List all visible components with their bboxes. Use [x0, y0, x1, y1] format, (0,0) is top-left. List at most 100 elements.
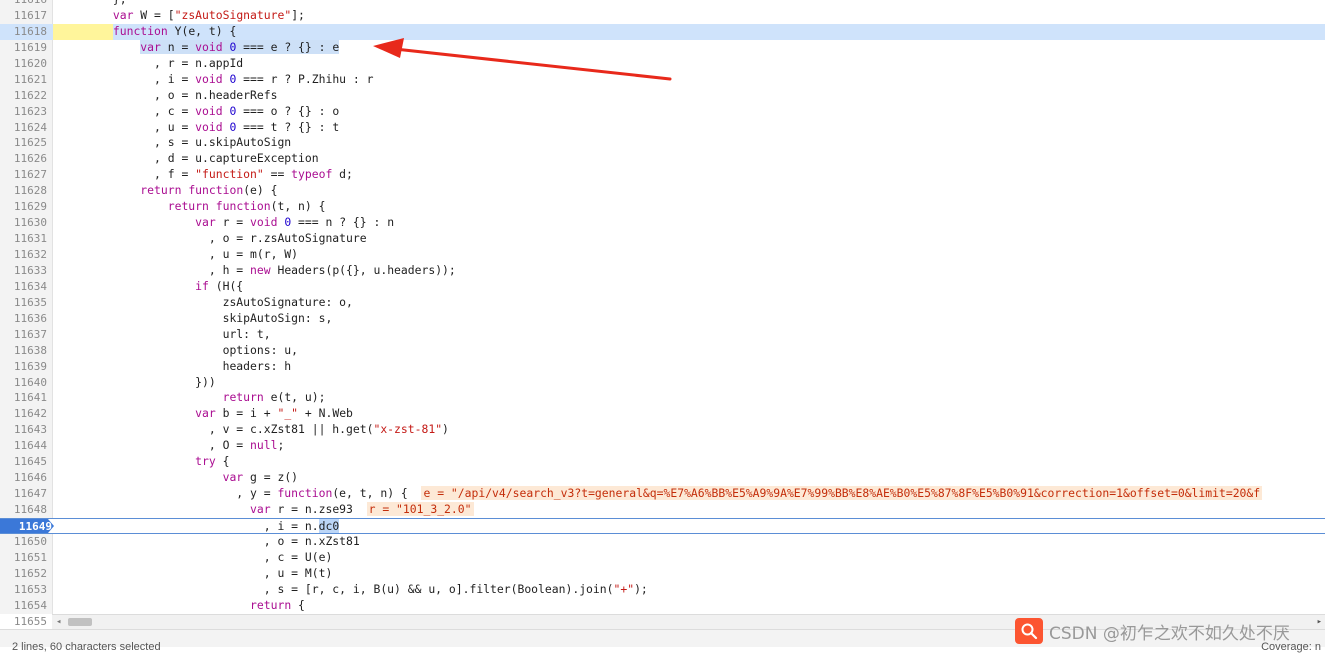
line-number[interactable]: 11621 — [0, 72, 47, 88]
line-number[interactable]: 11633 — [0, 263, 47, 279]
line-number[interactable]: 11628 — [0, 183, 47, 199]
line-number[interactable]: 11643 — [0, 422, 47, 438]
line-number[interactable]: 11635 — [0, 295, 47, 311]
line-number[interactable]: 11653 — [0, 582, 47, 598]
code-text: headers: h — [58, 358, 292, 373]
code-line[interactable]: 11654 return { — [0, 598, 1325, 614]
scrollbar-thumb[interactable] — [68, 618, 92, 626]
code-line[interactable]: 11633 , h = new Headers(p({}, u.headers)… — [0, 263, 1325, 279]
code-line[interactable]: 11648 var r = n.zse93 r = "101_3_2.0" — [0, 502, 1325, 518]
code-line[interactable]: 11623 , c = void 0 === o ? {} : o — [0, 104, 1325, 120]
line-number[interactable]: 11634 — [0, 279, 47, 295]
code-text: var n = void 0 === e ? {} : e — [140, 39, 340, 54]
code-line[interactable]: 11632 , u = m(r, W) — [0, 247, 1325, 263]
line-number[interactable]: 11651 — [0, 550, 47, 566]
selected-token: dc0 — [318, 518, 340, 533]
line-number[interactable]: 11618 — [0, 24, 47, 40]
code-line[interactable]: 11653 , s = [r, c, i, B(u) && u, o].filt… — [0, 582, 1325, 598]
code-line[interactable]: 11616 }; — [0, 0, 1325, 8]
code-text: var g = z() — [222, 470, 299, 485]
code-line[interactable]: 11637 url: t, — [0, 327, 1325, 343]
line-number[interactable]: 11655 — [0, 614, 47, 630]
line-number[interactable]: 11642 — [0, 406, 47, 422]
line-number[interactable]: 11616 — [0, 0, 47, 8]
line-number[interactable]: 11652 — [0, 566, 47, 582]
code-line[interactable]: 11621 , i = void 0 === r ? P.Zhihu : r — [0, 72, 1325, 88]
line-number[interactable]: 11626 — [0, 151, 47, 167]
code-line[interactable]: 11640 })) — [0, 375, 1325, 391]
code-line[interactable]: 11641 return e(t, u); — [0, 390, 1325, 406]
code-line[interactable]: 11643 , v = c.xZst81 || h.get("x-zst-81"… — [0, 422, 1325, 438]
line-number[interactable]: 11639 — [0, 359, 47, 375]
line-number[interactable]: 11654 — [0, 598, 47, 614]
code-text: , o = n.xZst81 — [58, 533, 360, 548]
code-line[interactable]: 11647 , y = function(e, t, n) { e = "/ap… — [0, 486, 1325, 502]
code-text: var r = n.zse93 r = "101_3_2.0" — [250, 502, 474, 516]
line-number[interactable]: 11636 — [0, 311, 47, 327]
code-line[interactable]: 11649 , i = n.dc0 — [0, 517, 1325, 534]
code-line[interactable]: 11624 , u = void 0 === t ? {} : t — [0, 120, 1325, 136]
line-number[interactable]: 11622 — [0, 88, 47, 104]
line-number[interactable]: 11629 — [0, 199, 47, 215]
code-line[interactable]: 11639 headers: h — [0, 359, 1325, 375]
code-line[interactable]: 11619 var n = void 0 === e ? {} : e — [0, 39, 1325, 56]
scroll-right-icon[interactable]: ▸ — [1317, 615, 1322, 629]
code-line[interactable]: 11652 , u = M(t) — [0, 566, 1325, 582]
code-line[interactable]: 11629 return function(t, n) { — [0, 199, 1325, 215]
code-text: try { — [195, 454, 230, 469]
code-line[interactable]: 11618 function Y(e, t) { — [0, 23, 1325, 40]
line-number[interactable]: 11623 — [0, 104, 47, 120]
line-number[interactable]: 11620 — [0, 56, 47, 72]
line-number[interactable]: 11625 — [0, 135, 47, 151]
code-line[interactable]: 11650 , o = n.xZst81 — [0, 534, 1325, 550]
code-line[interactable]: 11642 var b = i + "_" + N.Web — [0, 406, 1325, 422]
code-text: , c = U(e) — [58, 549, 333, 564]
line-number[interactable]: 11650 — [0, 534, 47, 550]
code-line[interactable]: 11635 zsAutoSignature: o, — [0, 295, 1325, 311]
line-number[interactable]: 11627 — [0, 167, 47, 183]
code-line[interactable]: 11628 return function(e) { — [0, 183, 1325, 199]
code-line[interactable]: 11646 var g = z() — [0, 470, 1325, 486]
code-text: , o = r.zsAutoSignature — [58, 231, 367, 246]
code-text: return e(t, u); — [222, 390, 326, 405]
line-number[interactable]: 11637 — [0, 327, 47, 343]
line-number[interactable]: 11631 — [0, 231, 47, 247]
line-number[interactable]: 11645 — [0, 454, 47, 470]
code-line[interactable]: 11636 skipAutoSign: s, — [0, 311, 1325, 327]
code-line[interactable]: 11645 try { — [0, 454, 1325, 470]
code-line[interactable]: 11631 , o = r.zsAutoSignature — [0, 231, 1325, 247]
code-line[interactable]: 11630 var r = void 0 === n ? {} : n — [0, 215, 1325, 231]
line-number[interactable]: 11617 — [0, 8, 47, 24]
code-line[interactable]: 11634 if (H({ — [0, 279, 1325, 295]
code-text: , o = n.headerRefs — [58, 87, 278, 102]
code-text: function Y(e, t) { — [112, 23, 237, 38]
line-number[interactable]: 11638 — [0, 343, 47, 359]
code-line[interactable]: 11626 , d = u.captureException — [0, 151, 1325, 167]
line-number[interactable]: 11641 — [0, 390, 47, 406]
code-line[interactable]: 11617 var W = ["zsAutoSignature"]; — [0, 8, 1325, 24]
code-text: , u = M(t) — [58, 565, 333, 580]
code-line[interactable]: 11625 , s = u.skipAutoSign — [0, 135, 1325, 151]
code-text: , r = n.appId — [58, 55, 244, 70]
selection-status: 2 lines, 60 characters selected — [12, 641, 161, 653]
line-number[interactable]: 11624 — [0, 120, 47, 136]
line-number[interactable]: 11647 — [0, 486, 47, 502]
execution-line-number[interactable]: 11649 — [0, 518, 54, 533]
code-line[interactable]: 11644 , O = null; — [0, 438, 1325, 454]
code-line[interactable]: 11622 , o = n.headerRefs — [0, 88, 1325, 104]
code-editor[interactable]: 11616 };11617 var W = ["zsAutoSignature"… — [0, 0, 1325, 630]
line-number[interactable]: 11646 — [0, 470, 47, 486]
line-number[interactable]: 11640 — [0, 375, 47, 391]
code-line[interactable]: 11651 , c = U(e) — [0, 550, 1325, 566]
scroll-left-icon[interactable]: ◂ — [56, 615, 61, 629]
line-number[interactable]: 11630 — [0, 215, 47, 231]
code-line[interactable]: 11627 , f = "function" == typeof d; — [0, 167, 1325, 183]
line-number[interactable]: 11644 — [0, 438, 47, 454]
line-number[interactable]: 11619 — [0, 40, 47, 56]
code-text: return { — [250, 597, 305, 612]
code-text: , y = function(e, t, n) { e = "/api/v4/s… — [58, 486, 1263, 501]
code-line[interactable]: 11620 , r = n.appId — [0, 56, 1325, 72]
line-number[interactable]: 11648 — [0, 502, 47, 518]
line-number[interactable]: 11632 — [0, 247, 47, 263]
code-line[interactable]: 11638 options: u, — [0, 343, 1325, 359]
